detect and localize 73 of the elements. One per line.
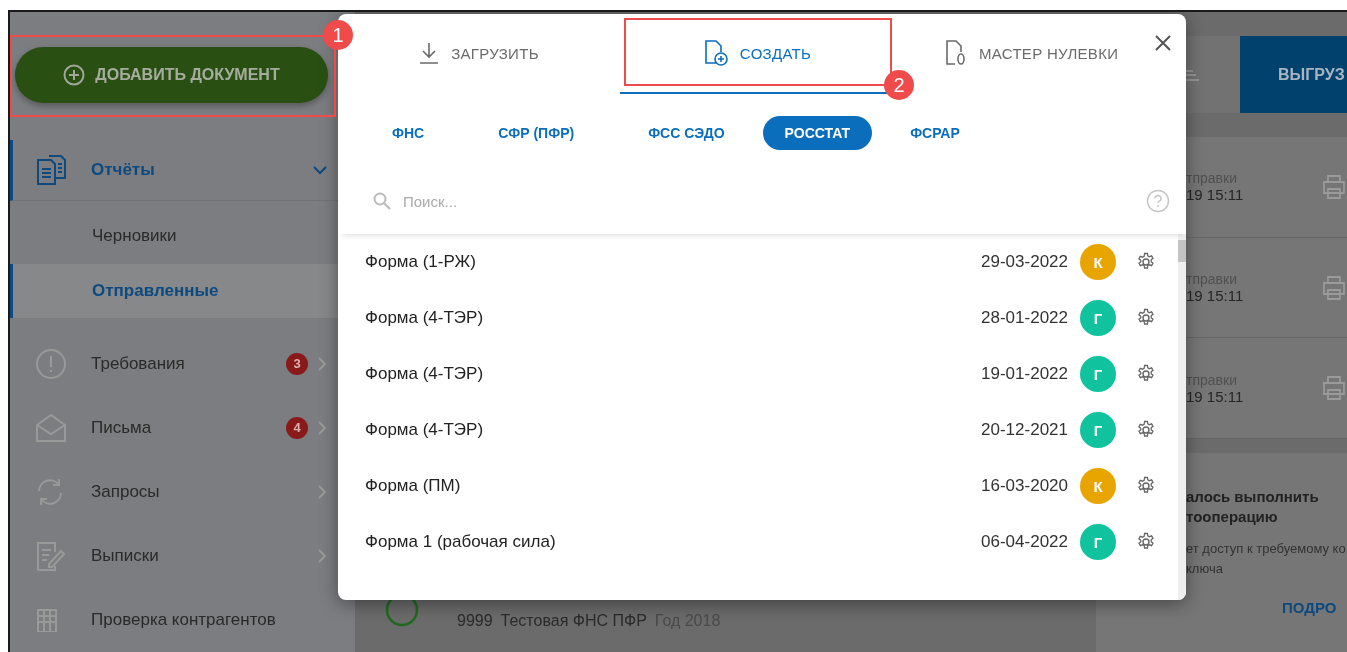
settings-icon[interactable] [1136,476,1156,496]
form-name[interactable]: Форма (4-ТЭР) [365,364,982,384]
documents-icon [35,153,69,188]
author-avatar: К [1080,244,1116,280]
document-zero-icon [945,40,967,66]
document-name: Тестовая ФНС ПФР [500,612,647,630]
chevron-right-icon [318,548,327,563]
notification-text: ет доступ к требуемому ко [1186,540,1347,558]
document-pen-icon [35,539,65,572]
export-button[interactable]: ВЫГРУЗ [1240,36,1347,113]
form-date: 28-01-2022 [981,308,1068,328]
chevron-right-icon [318,420,327,435]
sidebar-item[interactable]: Письма 4 [10,395,355,460]
sidebar-item-label: Требования [91,353,186,374]
author-avatar: Г [1080,356,1116,392]
form-name[interactable]: Форма (4-ТЭР) [365,308,982,328]
exclamation-circle-icon [35,347,67,380]
search-icon [373,192,391,210]
category-tab[interactable]: СФР (ПФР) [480,116,593,150]
form-date: 19-01-2022 [981,364,1068,384]
notification-title: алось выполнить [1186,487,1320,507]
sidebar-item[interactable]: Требования 3 [10,331,355,396]
plus-circle-icon [63,64,86,86]
count-badge: 3 [286,352,308,375]
settings-icon[interactable] [1136,420,1156,440]
sidebar-item[interactable]: Проверка контрагентов [10,587,355,652]
settings-icon[interactable] [1136,252,1156,272]
sidebar-item-label: Выписки [91,545,160,566]
envelope-icon [35,412,67,443]
author-avatar: Г [1080,300,1116,336]
add-document-button[interactable]: ДОБАВИТЬ ДОКУМЕНТ [15,47,328,103]
sent-time: 19 15:11 [1186,287,1244,304]
settings-icon[interactable] [1136,364,1156,384]
sidebar-item-label: Проверка контрагентов [91,609,277,630]
sent-time: 19 15:11 [1186,186,1244,204]
sent-time: 19 15:11 [1186,387,1244,405]
search-field[interactable]: Поиск... [401,191,1136,211]
sidebar-item[interactable]: Выписки [10,523,355,588]
form-date: 06-04-2022 [981,532,1068,552]
form-date: 16-03-2020 [981,476,1068,496]
category-tab[interactable]: ФНС [374,116,443,150]
sync-icon [35,476,65,507]
form-name[interactable]: Форма (4-ТЭР) [365,420,982,440]
document-code: 9999 [457,612,493,630]
download-icon [419,42,440,64]
sort-icon [1184,67,1200,82]
author-avatar: Г [1080,412,1116,448]
notification-title: тооперацию [1186,507,1279,527]
author-avatar: К [1080,468,1116,504]
category-tab[interactable]: ФСС СЭДО [630,116,743,150]
settings-icon[interactable] [1136,308,1156,328]
document-plus-icon [703,40,728,66]
sidebar-item-label: Запросы [91,481,161,502]
category-tab[interactable]: РОССТАТ [762,116,873,150]
sidebar-item-label: Отчёты [91,160,156,181]
category-tab[interactable]: ФСРАР [892,116,978,150]
count-badge: 4 [286,416,308,439]
settings-icon[interactable] [1136,532,1156,552]
sidebar-item-label: Письма [91,417,153,438]
scrollbar-thumb[interactable] [1178,240,1186,262]
chevron-down-icon [313,165,327,175]
form-name[interactable]: Форма 1 (рабочая сила) [365,532,982,552]
form-name[interactable]: Форма (1-РЖ) [365,252,982,272]
close-icon [1155,35,1171,51]
form-date: 20-12-2021 [981,420,1068,440]
dialog-tab[interactable]: МАСТЕР НУЛЕВКИ [945,14,1119,94]
author-avatar: Г [1080,524,1116,560]
chevron-right-icon [318,356,327,371]
form-name[interactable]: Форма (ПМ) [365,476,982,496]
form-date: 29-03-2022 [981,252,1068,272]
chevron-right-icon [318,484,327,499]
sidebar-item[interactable]: Запросы [10,459,355,524]
notification-text: ключа [1186,560,1224,578]
